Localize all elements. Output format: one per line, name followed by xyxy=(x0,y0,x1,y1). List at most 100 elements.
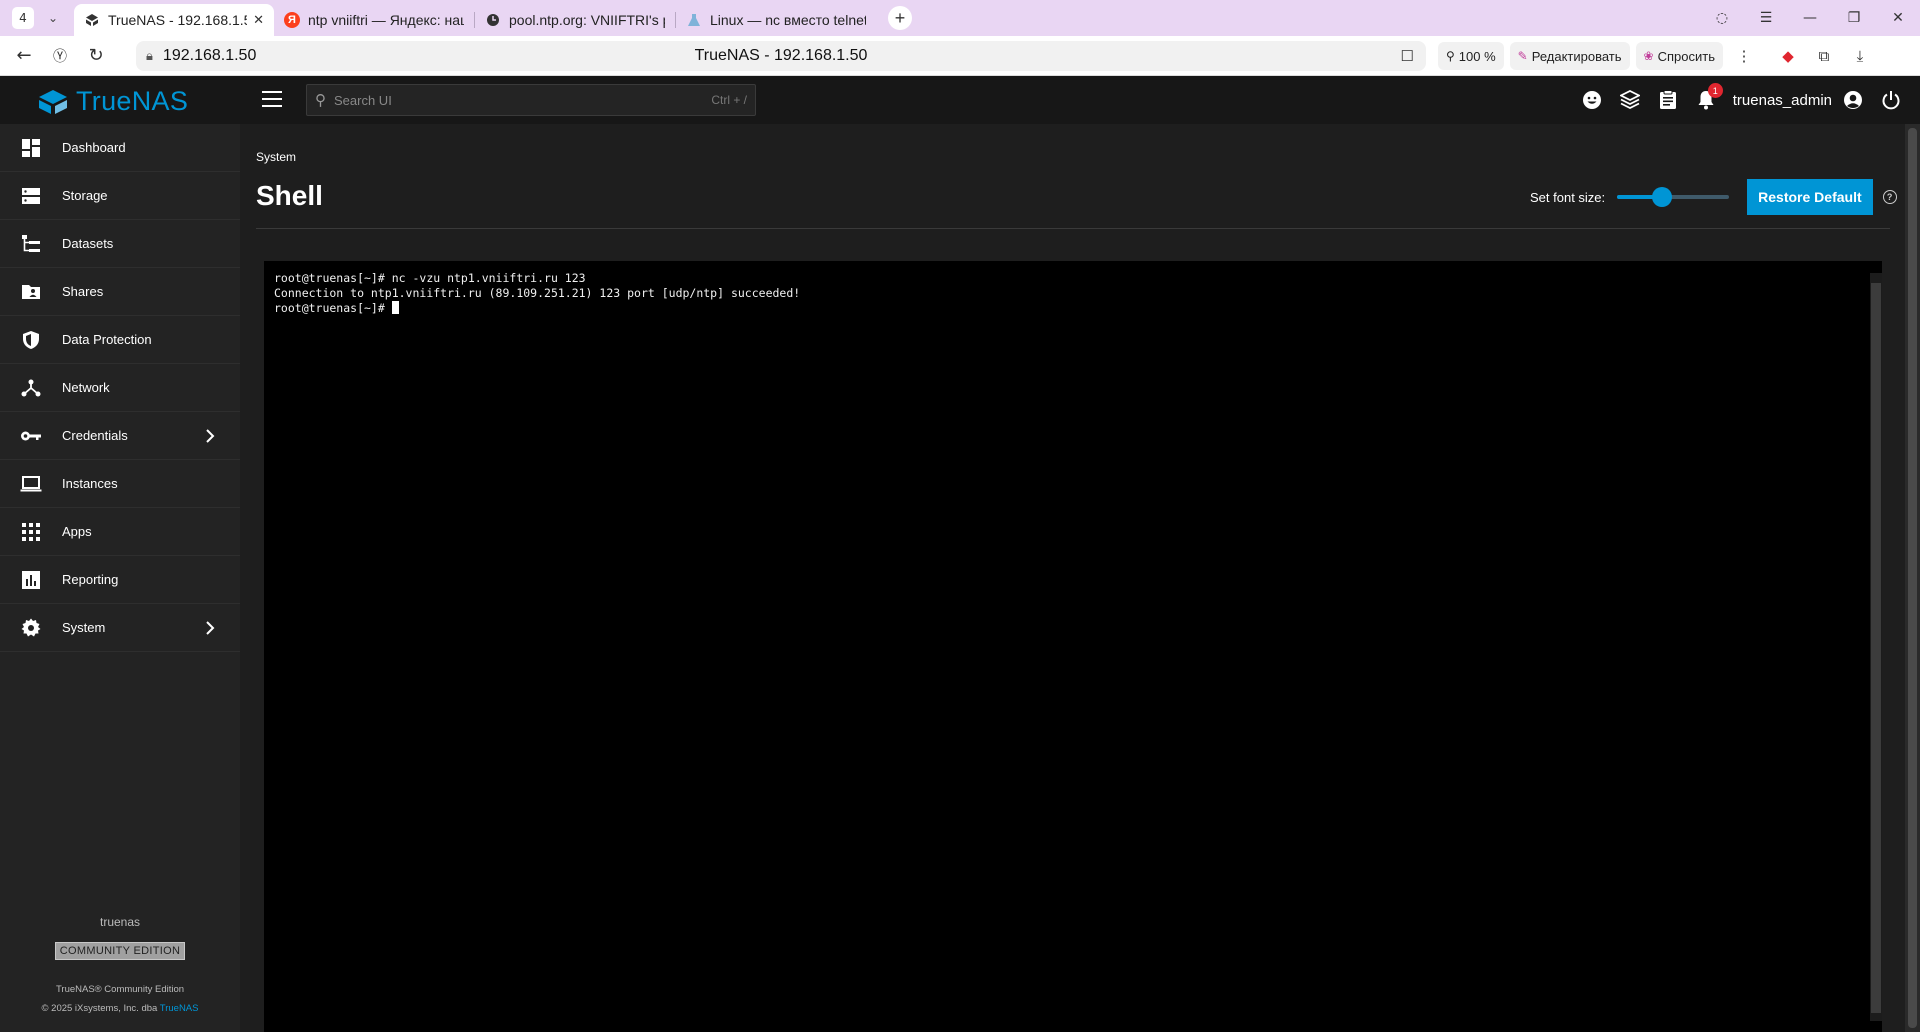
lock-icon: 🔒︎ xyxy=(146,48,153,63)
page-scrollbar[interactable] xyxy=(1905,124,1920,1032)
terminal-line: Connection to ntp1.vniiftri.ru (89.109.2… xyxy=(274,286,801,300)
sidebar-item-label: Datasets xyxy=(62,236,114,251)
power-icon[interactable] xyxy=(1880,89,1902,111)
edit-button[interactable]: ✎ Редактировать xyxy=(1509,42,1630,70)
hostname: truenas xyxy=(99,915,141,929)
app-top-bar: TrueNAS ⚲ Ctrl + / 1 truenas_admin xyxy=(0,76,1920,124)
clock-favicon-icon xyxy=(485,12,501,28)
sidebar-item-storage[interactable]: Storage xyxy=(0,172,240,220)
feedback-smiley-icon[interactable] xyxy=(1581,89,1603,111)
menu-toggle-icon[interactable] xyxy=(262,91,282,107)
download-icon[interactable]: ⤓ xyxy=(1845,48,1875,65)
edition-badge: COMMUNITY EDITION xyxy=(54,942,186,960)
search-input[interactable] xyxy=(334,92,712,108)
gear-icon xyxy=(20,617,42,639)
terminal-prompt-line: root@truenas[~]# xyxy=(274,301,800,316)
page-scrollbar-thumb[interactable] xyxy=(1908,128,1917,1028)
zoom-button[interactable]: ⚲ 100 % xyxy=(1438,42,1504,70)
truenas-logo[interactable]: TrueNAS xyxy=(38,86,188,117)
minimize-icon[interactable]: — xyxy=(1788,10,1832,26)
terminal-scrollbar[interactable] xyxy=(1870,273,1882,1021)
account-circle-icon[interactable] xyxy=(1842,89,1864,111)
search-ui: ⚲ Ctrl + / xyxy=(306,84,756,116)
sidebar-item-label: Reporting xyxy=(62,572,119,587)
yandex-favicon-icon: Я xyxy=(284,12,300,28)
truecommand-icon[interactable] xyxy=(1619,89,1641,111)
truenas-link[interactable]: TrueNAS xyxy=(160,1003,199,1014)
network-icon xyxy=(20,377,42,399)
extension-diamond-icon[interactable]: ◆ xyxy=(1773,47,1803,65)
copyright-line-1: TrueNAS® Community Edition xyxy=(55,984,185,995)
back-icon[interactable]: ← xyxy=(6,45,42,66)
font-size-label: Set font size: xyxy=(1530,189,1606,205)
zoom-icon: ⚲ xyxy=(1446,49,1455,63)
browser-tab-linux[interactable]: Linux — nc вместо telnet xyxy=(676,6,876,34)
terminal-line: root@truenas[~]# nc -vzu ntp1.vniiftri.r… xyxy=(274,271,586,285)
browser-tab-yandex[interactable]: Я ntp vniiftri — Яндекс: нашлось xyxy=(274,6,474,34)
notification-badge: 1 xyxy=(1707,83,1723,98)
sidebar-item-data-protection[interactable]: Data Protection xyxy=(0,316,240,364)
profile-icon[interactable]: ◌ xyxy=(1700,10,1744,26)
slider-knob[interactable] xyxy=(1651,187,1672,207)
jobs-clipboard-icon[interactable] xyxy=(1657,89,1679,111)
browser-tab-bar: 4 ⌄ TrueNAS - 192.168.1.50 ✕ Я ntp vniif… xyxy=(0,0,1920,36)
browser-tab-truenas[interactable]: TrueNAS - 192.168.1.50 ✕ xyxy=(74,4,274,36)
collections-icon[interactable]: ⧉ xyxy=(1809,48,1839,65)
sidebar: Dashboard Storage Datasets Shares Data P… xyxy=(0,124,240,1032)
restore-default-button[interactable]: Restore Default xyxy=(1747,179,1873,215)
flask-favicon-icon xyxy=(686,12,702,28)
tab-counter[interactable]: 4 xyxy=(12,7,34,29)
new-tab-button[interactable]: + xyxy=(888,6,912,30)
sidebar-item-datasets[interactable]: Datasets xyxy=(0,220,240,268)
sidebar-item-credentials[interactable]: Credentials xyxy=(0,412,240,460)
tab-title: Linux — nc вместо telnet xyxy=(710,12,866,28)
help-icon[interactable]: ? xyxy=(1882,190,1897,204)
sidebar-item-instances[interactable]: Instances xyxy=(0,460,240,508)
terminal-cursor xyxy=(391,301,399,314)
url-field[interactable]: 🔒︎ 192.168.1.50 TrueNAS - 192.168.1.50 ☐ xyxy=(136,41,1426,71)
terminal-prompt: root@truenas[~]# xyxy=(274,301,392,315)
ask-icon: ❀ xyxy=(1643,49,1654,63)
key-icon xyxy=(20,425,42,447)
restore-window-icon[interactable]: ❐ xyxy=(1832,10,1876,26)
sidebar-item-network[interactable]: Network xyxy=(0,364,240,412)
downloads-list-icon[interactable]: ☰ xyxy=(1744,10,1788,26)
ask-label: Спросить xyxy=(1657,48,1715,64)
sidebar-item-label: Apps xyxy=(62,524,92,539)
sidebar-item-dashboard[interactable]: Dashboard xyxy=(0,124,240,172)
close-window-icon[interactable]: ✕ xyxy=(1876,10,1920,26)
window-controls: ◌ ☰ — ❐ ✕ xyxy=(1700,0,1920,36)
yandex-shield-icon[interactable]: Ⓨ xyxy=(42,46,78,66)
font-size-slider[interactable] xyxy=(1617,187,1730,207)
top-bar-icons: 1 truenas_admin xyxy=(1581,76,1902,124)
chevron-down-icon[interactable]: ⌄ xyxy=(42,7,64,29)
apps-grid-icon xyxy=(20,521,42,543)
close-icon[interactable]: ✕ xyxy=(253,12,264,28)
address-bar-actions: ⚲ 100 % ✎ Редактировать ❀ Спросить ⋮ ◆ ⧉ ⤓ xyxy=(1438,42,1875,70)
sidebar-item-label: Shares xyxy=(62,284,104,299)
breadcrumb[interactable]: System xyxy=(256,150,296,164)
shell-terminal[interactable]: root@truenas[~]# nc -vzu ntp1.vniiftri.r… xyxy=(264,261,1882,1032)
edit-icon: ✎ xyxy=(1517,49,1528,63)
ask-button[interactable]: ❀ Спросить xyxy=(1635,42,1723,70)
truenas-favicon-icon xyxy=(84,12,100,28)
bookmark-icon[interactable]: ☐ xyxy=(1401,47,1414,65)
shield-icon xyxy=(20,329,42,351)
reload-icon[interactable]: ↻ xyxy=(78,45,114,66)
terminal-scrollbar-thumb[interactable] xyxy=(1871,283,1881,1013)
tab-title: TrueNAS - 192.168.1.50 xyxy=(108,12,248,28)
tab-title: pool.ntp.org: VNIIFTRI's pool xyxy=(509,12,665,28)
sidebar-footer: truenas COMMUNITY EDITION TrueNAS® Commu… xyxy=(0,915,240,1032)
sidebar-item-apps[interactable]: Apps xyxy=(0,508,240,556)
chevron-right-icon xyxy=(206,429,215,443)
laptop-icon xyxy=(20,473,42,495)
username[interactable]: truenas_admin xyxy=(1733,92,1832,109)
sidebar-item-shares[interactable]: Shares xyxy=(0,268,240,316)
more-vertical-icon[interactable]: ⋮ xyxy=(1729,47,1759,65)
sidebar-item-label: Storage xyxy=(62,188,108,203)
sidebar-item-reporting[interactable]: Reporting xyxy=(0,556,240,604)
sidebar-item-system[interactable]: System xyxy=(0,604,240,652)
browser-tab-pool-ntp[interactable]: pool.ntp.org: VNIIFTRI's pool xyxy=(475,6,675,34)
notifications-bell-icon[interactable]: 1 xyxy=(1695,83,1723,111)
header-divider xyxy=(256,228,1890,229)
